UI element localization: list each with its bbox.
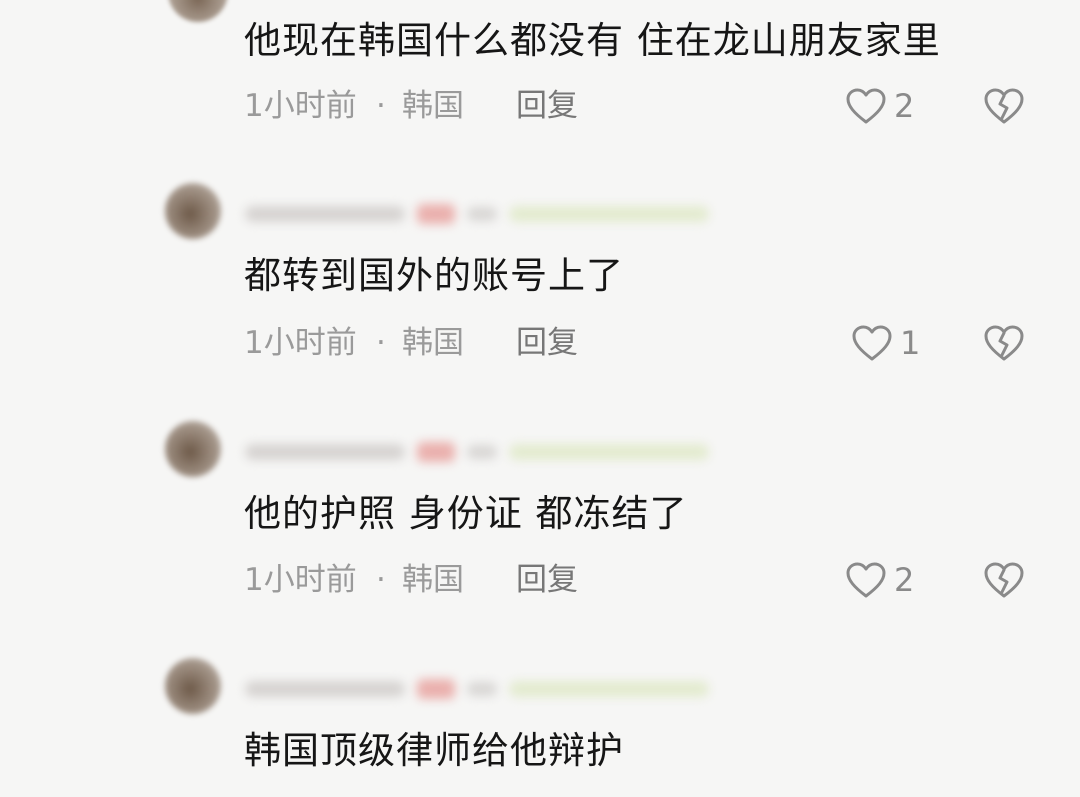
like-count: 2	[894, 561, 915, 599]
meta-separator: ·	[376, 325, 386, 361]
dislike-button[interactable]	[982, 321, 1026, 365]
heart-outline-icon	[844, 560, 888, 600]
like-count: 2	[894, 87, 915, 125]
comment-location: 韩国	[402, 325, 464, 361]
meta-separator: ·	[376, 562, 386, 598]
comment-time: 1小时前	[244, 325, 357, 361]
comment-list: 他现在韩国什么都没有 住在龙山朋友家里 1小时前 · 韩国 回复 2 都转到国外…	[0, 0, 1080, 797]
like-count: 1	[900, 324, 921, 362]
reply-button[interactable]: 回复	[516, 321, 578, 365]
comment-author[interactable]	[160, 421, 860, 481]
like-button[interactable]: 2	[844, 558, 914, 602]
broken-heart-icon	[982, 323, 1026, 363]
comment-time: 1小时前	[244, 88, 357, 124]
reply-button[interactable]: 回复	[516, 84, 578, 128]
comment-time: 1小时前	[244, 562, 357, 598]
like-button[interactable]: 2	[844, 84, 914, 128]
comment-meta: 1小时前 · 韩国 回复 2	[244, 558, 1044, 602]
dislike-button[interactable]	[982, 558, 1026, 602]
comment-text: 他的护照 身份证 都冻结了	[244, 492, 688, 535]
like-button[interactable]: 1	[850, 321, 920, 365]
avatar[interactable]	[165, 183, 221, 239]
comment-author[interactable]	[160, 658, 860, 718]
comment-location: 韩国	[402, 562, 464, 598]
comment-meta: 1小时前 · 韩国 回复 1	[244, 321, 1044, 365]
broken-heart-icon	[982, 86, 1026, 126]
heart-outline-icon	[850, 323, 894, 363]
comment-text: 他现在韩国什么都没有 住在龙山朋友家里	[244, 19, 941, 62]
comment-location: 韩国	[402, 88, 464, 124]
avatar[interactable]	[168, 0, 228, 22]
avatar[interactable]	[165, 421, 221, 477]
broken-heart-icon	[982, 560, 1026, 600]
username-blurred	[245, 441, 709, 463]
dislike-button[interactable]	[982, 84, 1026, 128]
meta-separator: ·	[376, 88, 386, 124]
comment-meta: 1小时前 · 韩国 回复 2	[244, 84, 1044, 128]
comment-text: 韩国顶级律师给他辩护	[244, 729, 624, 772]
comment-author[interactable]	[160, 183, 860, 243]
reply-button[interactable]: 回复	[516, 558, 578, 602]
comment-text: 都转到国外的账号上了	[244, 254, 624, 297]
avatar[interactable]	[165, 658, 221, 714]
username-blurred	[245, 203, 709, 225]
username-blurred	[245, 678, 709, 700]
heart-outline-icon	[844, 86, 888, 126]
